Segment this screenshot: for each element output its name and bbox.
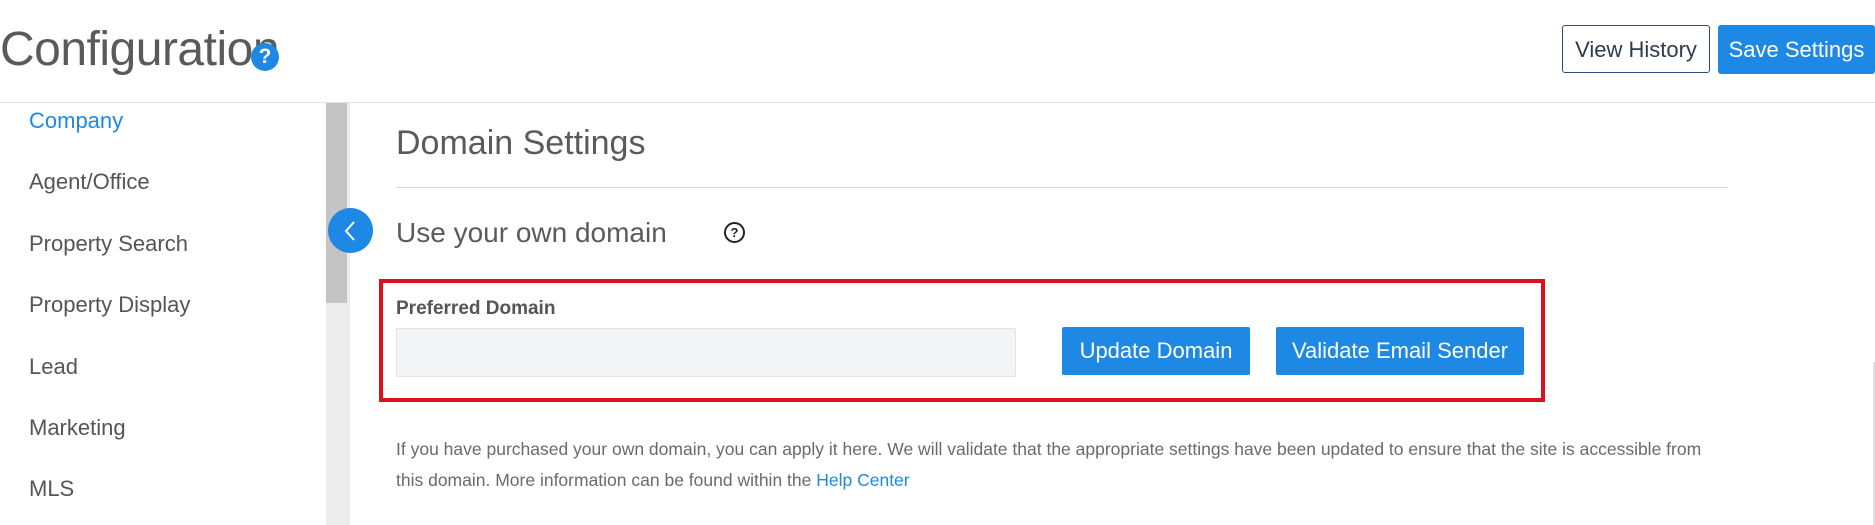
validate-email-sender-button[interactable]: Validate Email Sender [1276,327,1524,375]
sidebar-scrollbar-thumb[interactable] [326,103,347,303]
save-settings-button[interactable]: Save Settings [1718,25,1875,74]
sidebar-item-mls[interactable]: MLS [29,476,74,502]
sidebar-item-marketing[interactable]: Marketing [29,415,126,441]
sidebar-scrollbar[interactable] [326,103,350,525]
sidebar-item-property-display[interactable]: Property Display [29,292,190,318]
view-history-button[interactable]: View History [1562,25,1710,73]
preferred-domain-label: Preferred Domain [396,298,556,319]
page-title: Configuration [0,23,280,76]
help-text: If you have purchased your own domain, y… [396,434,1726,496]
sidebar-item-company[interactable]: Company [29,108,123,134]
section-divider [396,187,1728,188]
question-icon[interactable]: ? [724,222,745,243]
page-header: Configuration ? View History Save Settin… [0,0,1875,103]
help-center-link[interactable]: Help Center [816,470,909,490]
section-title: Domain Settings [396,124,646,162]
sidebar-item-lead[interactable]: Lead [29,354,78,380]
update-domain-button[interactable]: Update Domain [1062,327,1250,375]
collapse-sidebar-button[interactable] [328,208,373,253]
chevron-left-icon [344,221,355,241]
subsection-title: Use your own domain [396,217,667,248]
sidebar-item-property-search[interactable]: Property Search [29,231,188,257]
sidebar: Company Agent/Office Property Search Pro… [0,103,326,525]
help-text-body: If you have purchased your own domain, y… [396,439,1702,490]
preferred-domain-input[interactable] [396,328,1016,377]
sidebar-item-agent-office[interactable]: Agent/Office [29,169,150,195]
help-icon[interactable]: ? [251,43,279,71]
